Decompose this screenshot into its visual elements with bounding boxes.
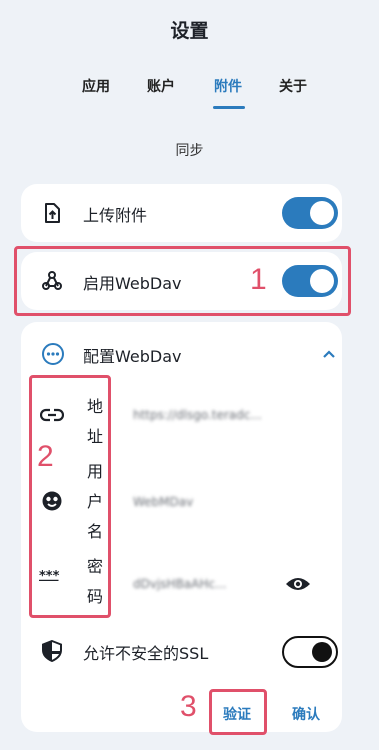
section-label-sync: 同步 — [175, 143, 204, 159]
tab-attachments[interactable]: 附件 — [214, 76, 242, 96]
tab-account[interactable]: 账户 — [147, 76, 175, 96]
password-input[interactable]: dDvjsHBaAHc... — [133, 577, 226, 591]
upload-attachments-toggle[interactable] — [282, 197, 338, 229]
annotation-box-3 — [209, 689, 267, 735]
confirm-button[interactable]: 确认 — [292, 704, 320, 724]
shield-icon — [42, 640, 62, 662]
tab-app[interactable]: 应用 — [82, 76, 110, 96]
upload-attachments-row: 上传附件 — [21, 184, 342, 242]
insecure-ssl-label: 允许不安全的SSL — [83, 644, 209, 663]
chevron-up-icon[interactable] — [321, 346, 337, 362]
annotation-number-3: 3 — [180, 690, 197, 723]
annotation-box-2 — [29, 375, 111, 618]
active-tab-indicator — [213, 106, 245, 109]
annotation-number-2: 2 — [37, 440, 54, 473]
upload-file-icon — [45, 203, 60, 223]
annotation-box-1 — [14, 246, 351, 316]
annotation-number-1: 1 — [250, 263, 267, 296]
insecure-ssl-toggle[interactable] — [282, 636, 338, 668]
tab-about[interactable]: 关于 — [279, 76, 307, 96]
eye-icon[interactable] — [285, 576, 311, 592]
page-title: 设置 — [170, 20, 209, 42]
upload-attachments-label: 上传附件 — [83, 206, 148, 225]
address-input[interactable]: https://dlsgo.teradc... — [133, 408, 262, 422]
webdav-config-title: 配置WebDav — [83, 347, 182, 366]
username-input[interactable]: WebMDav — [133, 495, 193, 509]
more-options-icon — [42, 343, 64, 365]
